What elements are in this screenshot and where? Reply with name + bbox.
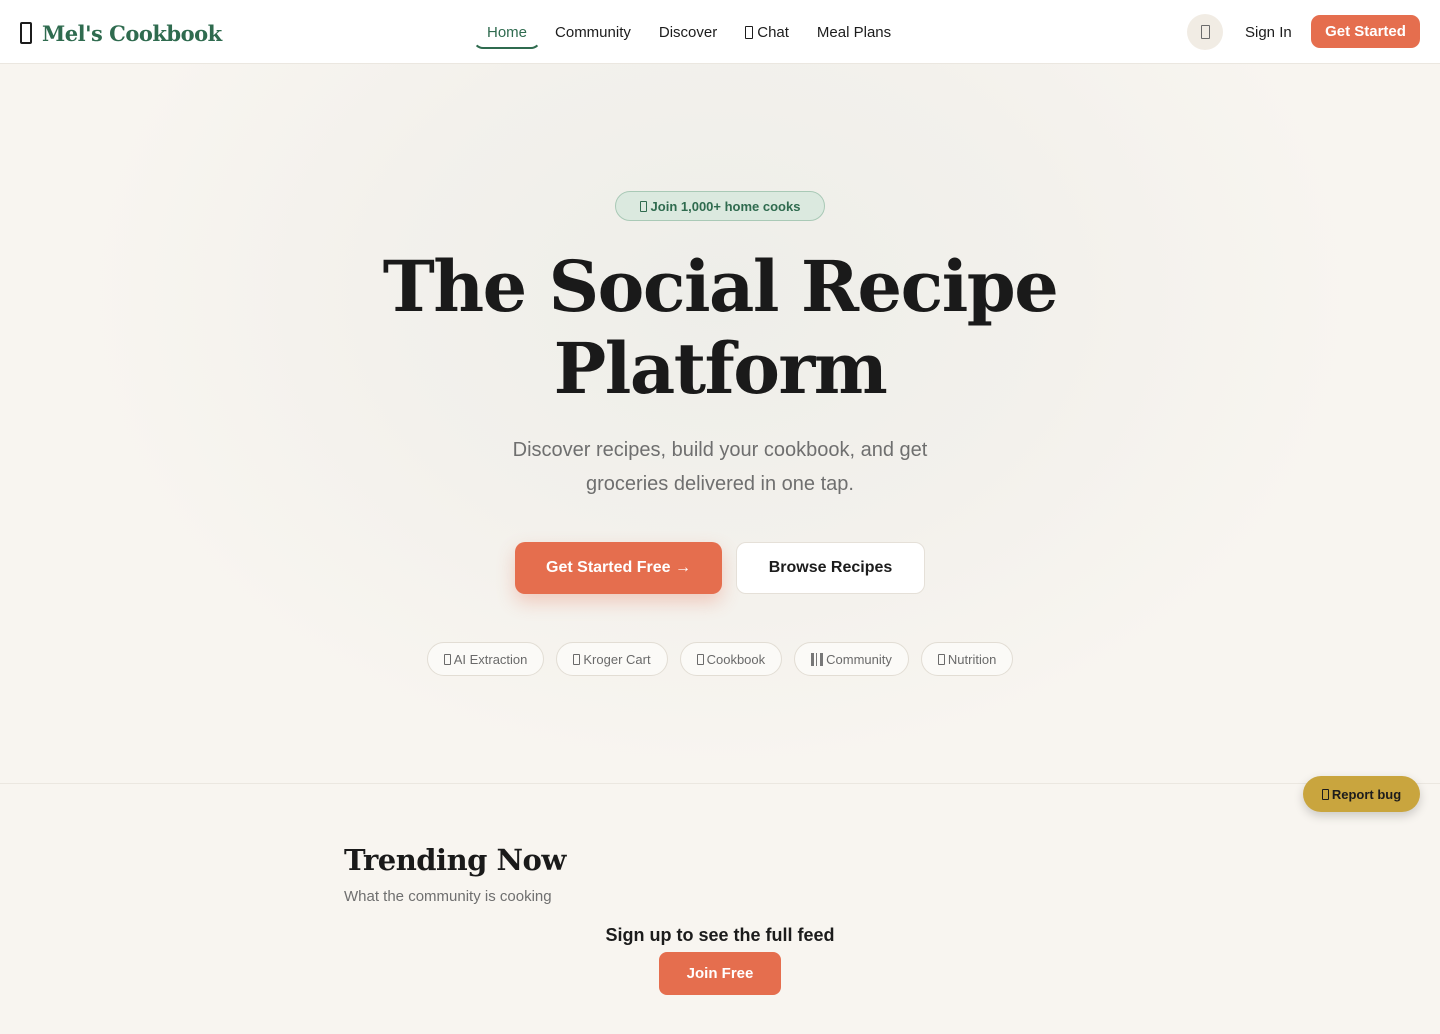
badge-text: Join 1,000+ home cooks <box>650 198 801 214</box>
community-badge: Join 1,000+ home cooks <box>615 191 825 221</box>
bug-icon <box>1321 788 1329 800</box>
nav-item-home[interactable]: Home <box>473 15 542 49</box>
book-icon <box>696 653 704 665</box>
people-icon <box>811 652 824 666</box>
feature-chip-community: Community <box>794 642 909 676</box>
nav-item-meal-plans[interactable]: Meal Plans <box>803 15 905 49</box>
feature-chip-nutrition: Nutrition <box>920 642 1014 676</box>
get-started-free-button[interactable]: Get Started Free → <box>515 542 722 594</box>
feature-chip-label: Kroger Cart <box>583 651 651 667</box>
feature-chips: AI Extraction Kroger Cart Cookbook Commu… <box>0 642 1440 676</box>
top-nav: Mel's Cookbook Home Community Discover C… <box>0 0 1440 64</box>
sparkle-icon <box>443 653 451 665</box>
feature-chip-cookbook: Cookbook <box>679 642 783 676</box>
nav-item-community[interactable]: Community <box>541 15 645 49</box>
feature-chip-label: AI Extraction <box>453 651 528 667</box>
hero-section: Join 1,000+ home cooks The Social Recipe… <box>0 64 1440 784</box>
feature-chip-kroger-cart: Kroger Cart <box>556 642 668 676</box>
moon-icon <box>1200 25 1210 39</box>
feature-chip-ai-extraction: AI Extraction <box>426 642 545 676</box>
browse-recipes-button[interactable]: Browse Recipes <box>736 542 925 594</box>
hero-subtitle: Discover recipes, build your cookbook, a… <box>512 439 928 495</box>
signup-prompt: Sign up to see the full feed <box>605 925 835 945</box>
feature-chip-label: Nutrition <box>947 651 997 667</box>
cart-icon <box>573 653 581 665</box>
brand-name: Mel's Cookbook <box>42 20 222 46</box>
brand-logo[interactable]: Mel's Cookbook <box>20 19 222 47</box>
join-free-button[interactable]: Join Free <box>659 952 781 995</box>
nav-links: Home Community Discover Chat Meal Plans <box>473 14 905 50</box>
trending-subtitle: What the community is cooking <box>344 888 552 905</box>
chart-icon <box>937 653 945 665</box>
get-started-button[interactable]: Get Started <box>1311 15 1420 48</box>
nav-item-chat-label: Chat <box>757 23 789 41</box>
chat-icon <box>745 25 754 39</box>
report-bug-label: Report bug <box>1331 786 1402 802</box>
theme-toggle-button[interactable] <box>1187 14 1223 50</box>
trending-title: Trending Now <box>344 843 566 877</box>
report-bug-button[interactable]: Report bug <box>1303 776 1420 812</box>
nav-item-discover[interactable]: Discover <box>645 15 731 49</box>
feature-chip-label: Community <box>826 651 892 667</box>
sign-in-button[interactable]: Sign In <box>1236 16 1301 48</box>
book-icon <box>20 22 32 44</box>
hero-title-line1: The Social Recipe <box>382 245 1059 328</box>
sparkle-icon <box>639 200 647 212</box>
feature-chip-label: Cookbook <box>706 651 766 667</box>
hero-title: The Social Recipe Platform <box>320 246 1120 410</box>
hero-title-line2: Platform <box>553 327 888 410</box>
nav-item-chat[interactable]: Chat <box>731 15 803 49</box>
